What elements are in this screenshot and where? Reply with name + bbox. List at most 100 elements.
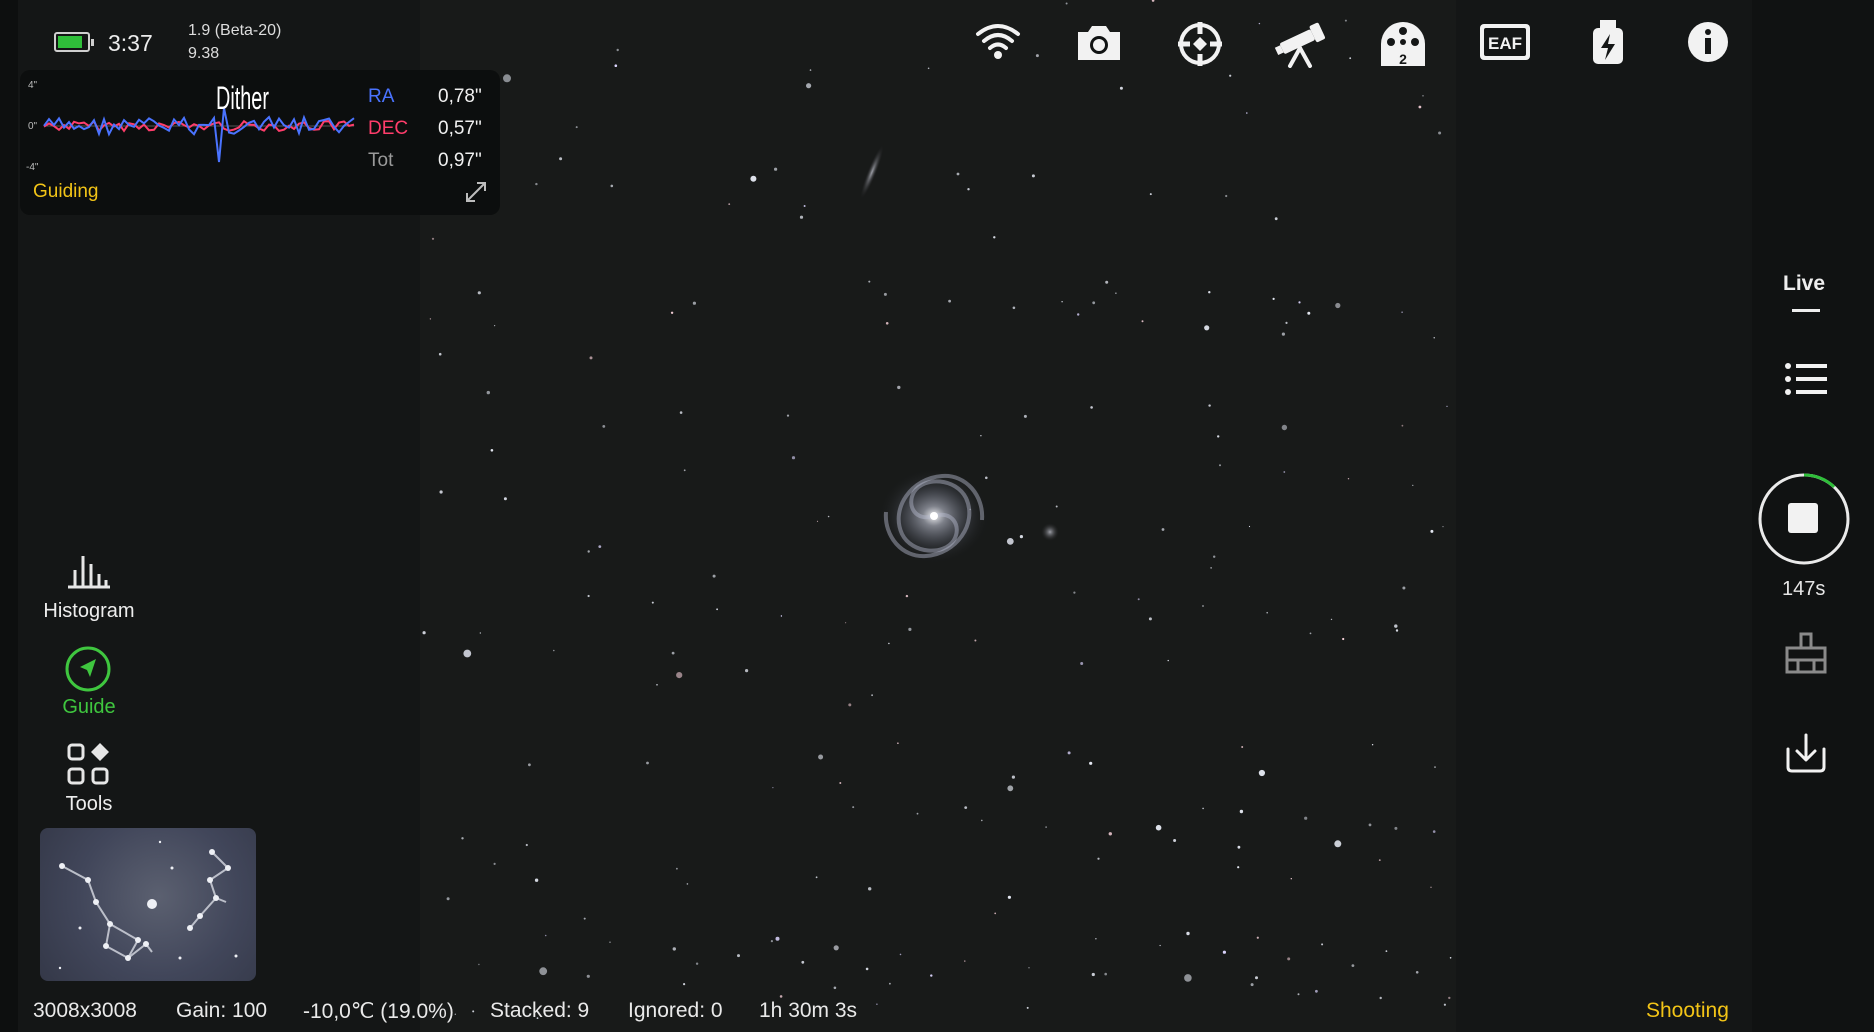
edge-on-galaxy [859, 142, 885, 202]
star [1148, 617, 1152, 621]
constellation-map [58, 840, 238, 970]
star [1073, 591, 1076, 594]
star [1330, 618, 1333, 621]
tools-label[interactable]: Tools [19, 793, 159, 816]
star [1394, 826, 1398, 830]
star [525, 843, 528, 847]
tot-label: Tot [368, 150, 394, 171]
star [833, 986, 837, 990]
star [868, 887, 872, 891]
star [1167, 659, 1169, 662]
live-mode-tab[interactable]: Live [1783, 272, 1825, 296]
star [815, 876, 818, 879]
star [948, 299, 951, 303]
star [1446, 405, 1448, 407]
star [786, 414, 790, 417]
star [1255, 976, 1258, 980]
star [1023, 414, 1027, 418]
sky-image-viewport[interactable] [420, 0, 1456, 1032]
expand-icon[interactable] [463, 179, 489, 205]
guide-compass-icon[interactable] [64, 645, 112, 693]
star [1208, 291, 1211, 294]
star [692, 301, 696, 305]
download-icon[interactable] [1784, 731, 1828, 773]
star [589, 356, 593, 360]
star [981, 819, 983, 822]
star [1092, 301, 1096, 305]
star [1077, 313, 1080, 316]
star [1258, 22, 1261, 25]
star [1442, 526, 1444, 528]
stop-capture-button[interactable] [1788, 503, 1818, 533]
histogram-icon[interactable] [66, 550, 112, 590]
star [1089, 761, 1093, 765]
star [614, 64, 618, 67]
star [930, 974, 933, 977]
star [494, 325, 496, 327]
guiding-status: Guiding [33, 181, 99, 202]
dec-label: DEC [368, 118, 409, 139]
stacked-count: Stacked: 9 [490, 999, 590, 1022]
star [651, 601, 654, 604]
star [429, 318, 432, 320]
camera-icon[interactable] [1074, 20, 1124, 64]
guide-graph [43, 107, 355, 163]
star [1028, 967, 1030, 969]
star [809, 69, 812, 71]
star [816, 520, 819, 523]
star [1334, 840, 1342, 848]
histogram-label[interactable]: Histogram [19, 600, 159, 623]
star [610, 184, 614, 188]
star [1173, 839, 1177, 842]
target-crosshair-icon[interactable] [1176, 20, 1224, 68]
star [974, 639, 977, 642]
telescope-icon[interactable] [1274, 20, 1328, 68]
star [676, 867, 678, 870]
star [883, 292, 887, 296]
filter-wheel-icon[interactable]: 2 [1378, 20, 1428, 68]
guide-label[interactable]: Guide [19, 696, 159, 719]
star [1415, 971, 1419, 974]
info-icon[interactable] [1686, 20, 1730, 64]
star [1272, 297, 1275, 300]
star [1007, 785, 1014, 792]
star [774, 167, 778, 171]
star [964, 960, 966, 962]
star [1371, 744, 1374, 746]
tools-grid-icon[interactable] [66, 742, 110, 786]
star [1141, 320, 1144, 323]
star [1433, 337, 1435, 339]
star [1344, 19, 1347, 22]
star [1283, 471, 1286, 473]
star [534, 878, 539, 882]
star [1213, 555, 1216, 558]
star [1298, 301, 1301, 304]
usb-power-icon[interactable] [1590, 20, 1626, 66]
star [712, 574, 716, 578]
star [1090, 406, 1093, 409]
star [806, 83, 812, 89]
star [535, 182, 538, 186]
star [438, 352, 442, 356]
star [865, 967, 869, 971]
star [422, 631, 426, 635]
star-map-thumbnail[interactable] [40, 828, 256, 981]
star [848, 703, 852, 707]
faint-galaxy [1040, 522, 1060, 542]
star [1430, 529, 1434, 533]
star [775, 936, 780, 941]
star [1241, 746, 1244, 748]
eaf-focuser-icon[interactable]: EAF [1478, 20, 1532, 64]
wifi-icon[interactable] [974, 20, 1022, 64]
star [461, 837, 464, 840]
star [1401, 424, 1404, 427]
star [671, 651, 675, 655]
star [1246, 112, 1248, 114]
star [885, 322, 889, 325]
list-icon[interactable] [1784, 362, 1828, 396]
star [1108, 832, 1112, 836]
star [1266, 611, 1268, 614]
star [1290, 878, 1292, 880]
star [1304, 816, 1308, 820]
broom-icon[interactable] [1784, 632, 1828, 674]
